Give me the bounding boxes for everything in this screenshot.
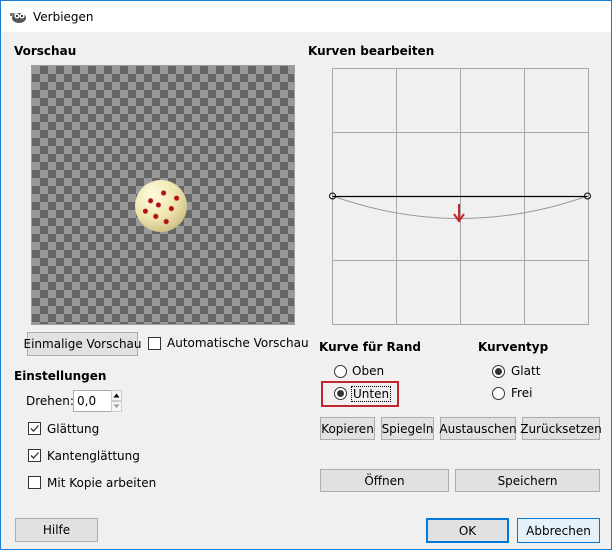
radio-bottom[interactable]: [334, 387, 347, 400]
swap-label: Austauschen: [439, 421, 517, 436]
cancel-label: Abbrechen: [526, 523, 591, 538]
radio-smooth[interactable]: [492, 365, 505, 378]
edge-heading: Kurve für Rand: [319, 340, 422, 354]
work-on-copy-checkbox[interactable]: [28, 476, 41, 489]
preview-heading: Vorschau: [14, 44, 77, 58]
single-preview-button[interactable]: Einmalige Vorschau: [24, 332, 142, 356]
auto-preview-checkbox[interactable]: [148, 337, 161, 350]
copy-button[interactable]: Kopieren: [320, 417, 375, 440]
radio-top-label: Oben: [352, 364, 385, 378]
checkmark-icon: [30, 425, 39, 432]
save-label: Speichern: [497, 473, 558, 488]
radio-smooth-label: Glatt: [511, 364, 541, 378]
antialias-checkbox[interactable]: [28, 449, 41, 462]
smoothing-checkbox[interactable]: [28, 422, 41, 435]
open-button[interactable]: Öffnen: [320, 469, 449, 492]
reset-button[interactable]: Zurücksetzen: [520, 417, 602, 440]
preview-sphere-image: [135, 180, 187, 232]
open-label: Öffnen: [364, 473, 405, 488]
mirror-label: Spiegeln: [381, 421, 434, 436]
preview-canvas: [31, 65, 295, 325]
radio-bottom-label: Unten: [351, 386, 392, 402]
help-button[interactable]: Hilfe: [15, 518, 98, 542]
rotate-label: Drehen:: [26, 394, 74, 408]
curve-heading: Kurven bearbeiten: [308, 44, 435, 58]
curve-type-heading: Kurventyp: [478, 340, 549, 354]
antialias-label: Kantenglättung: [47, 449, 140, 463]
rotate-spin-buttons[interactable]: [111, 390, 122, 412]
smoothing-label: Glättung: [47, 422, 100, 436]
single-preview-label: Einmalige Vorschau: [23, 337, 142, 351]
auto-preview-label: Automatische Vorschau: [167, 336, 309, 350]
work-on-copy-label: Mit Kopie arbeiten: [47, 476, 157, 490]
gimp-icon: [10, 12, 26, 23]
dialog-window: Verbiegen Vorschau Einmalige Vorschau Au…: [0, 0, 612, 550]
radio-free-label: Frei: [511, 386, 533, 400]
settings-heading: Einstellungen: [14, 369, 107, 383]
mirror-button[interactable]: Spiegeln: [381, 417, 434, 440]
help-label: Hilfe: [42, 523, 71, 537]
swap-button[interactable]: Austauschen: [439, 417, 517, 440]
radio-top[interactable]: [334, 365, 347, 378]
ok-label: OK: [458, 523, 477, 538]
curve-editor[interactable]: [321, 61, 601, 331]
save-button[interactable]: Speichern: [455, 469, 600, 492]
copy-label: Kopieren: [321, 421, 374, 436]
checkmark-icon: [30, 452, 39, 459]
cancel-button[interactable]: Abbrechen: [517, 518, 600, 543]
radio-free[interactable]: [492, 387, 505, 400]
reset-label: Zurücksetzen: [520, 421, 602, 436]
window-title: Verbiegen: [33, 9, 94, 24]
ok-button[interactable]: OK: [426, 518, 509, 543]
title-bar: Verbiegen: [1, 1, 611, 32]
